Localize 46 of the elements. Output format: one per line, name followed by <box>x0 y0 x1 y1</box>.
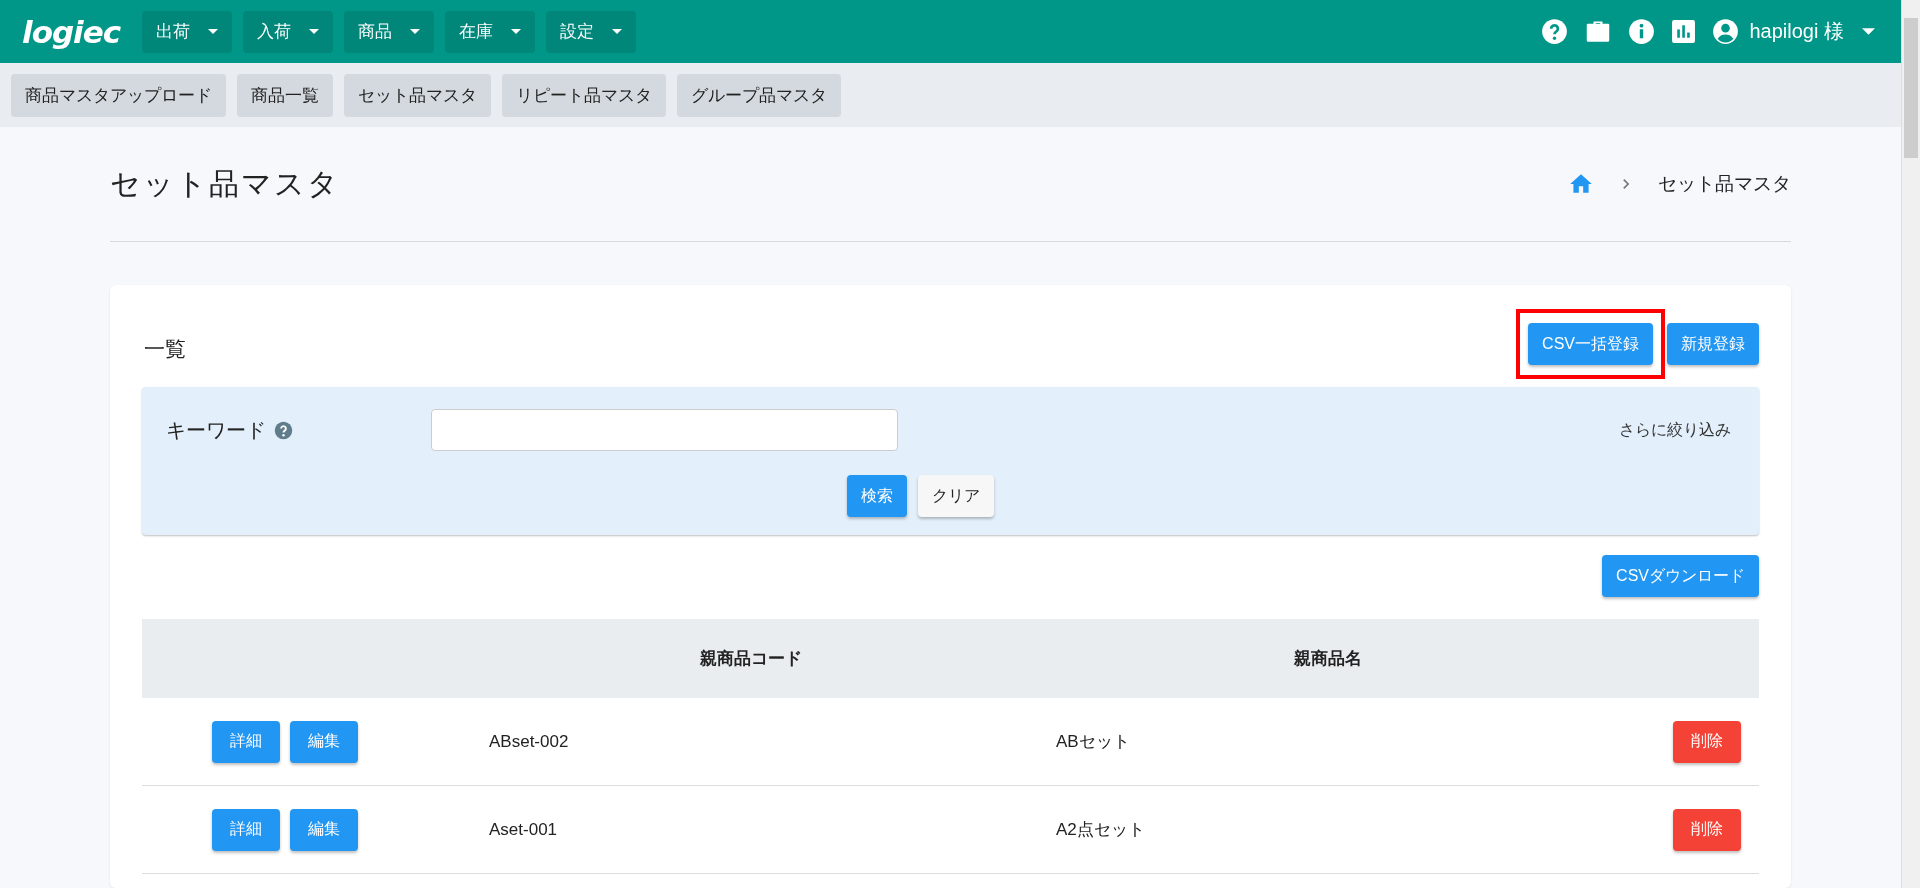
subnav-tab[interactable]: グループ品マスタ <box>677 73 841 117</box>
table-cell: ABset-002 <box>462 698 1039 786</box>
subnav-tab[interactable]: 商品マスタアップロード <box>11 73 226 117</box>
page-title: セット品マスタ <box>110 165 340 202</box>
detail-button[interactable]: 詳細 <box>212 808 280 851</box>
delete-button[interactable]: 削除 <box>1673 720 1741 763</box>
menu-button[interactable]: 設定 <box>546 10 637 53</box>
bar-chart-icon[interactable] <box>1671 19 1697 44</box>
delete-button[interactable]: 削除 <box>1673 808 1741 851</box>
menu-button[interactable]: 商品 <box>344 10 435 53</box>
caret-icon <box>208 29 219 34</box>
edit-button[interactable]: 編集 <box>290 720 358 763</box>
table-cell: A2点セット <box>1039 785 1616 874</box>
caret-icon <box>511 29 522 34</box>
action-button[interactable]: CSV一括登録 <box>1528 323 1653 365</box>
menu-button[interactable]: 出荷 <box>142 10 233 53</box>
account-icon <box>1712 18 1740 45</box>
table-cell: Aset-001 <box>462 785 1039 874</box>
column-header: 親商品コード <box>462 619 1039 698</box>
table-cell: ABセット <box>1039 698 1616 786</box>
column-header: 親商品名 <box>1039 619 1616 698</box>
logo[interactable]: logiec <box>22 13 121 50</box>
info-icon[interactable] <box>1628 18 1656 45</box>
subnav-tab[interactable]: 商品一覧 <box>237 73 333 117</box>
breadcrumb-item: セット品マスタ <box>1658 172 1791 196</box>
subnav-tab[interactable]: セット品マスタ <box>344 73 491 117</box>
card-title: 一覧 <box>144 336 186 362</box>
action-button[interactable]: 新規登録 <box>1667 323 1759 365</box>
edit-button[interactable]: 編集 <box>290 808 358 851</box>
clear-button[interactable]: クリア <box>918 475 994 517</box>
more-filters-link[interactable]: さらに絞り込み <box>1619 419 1731 441</box>
help-icon[interactable] <box>1541 18 1569 45</box>
user-menu[interactable]: hapilogi 様 <box>1712 18 1875 45</box>
caret-icon <box>410 29 421 34</box>
search-button[interactable]: 検索 <box>847 475 907 517</box>
download-button[interactable]: CSVダウンロード <box>1602 555 1759 597</box>
help-icon[interactable] <box>274 420 293 440</box>
caret-icon <box>612 29 623 34</box>
field-label: キーワード <box>166 417 266 443</box>
keyword-field[interactable] <box>431 409 898 451</box>
detail-button[interactable]: 詳細 <box>212 720 280 763</box>
caret-icon <box>309 29 320 34</box>
subnav-tab[interactable]: リピート品マスタ <box>502 73 666 117</box>
menu-button[interactable]: 入荷 <box>243 10 334 53</box>
menu-button[interactable]: 在庫 <box>445 10 536 53</box>
caret-icon <box>1862 28 1875 35</box>
